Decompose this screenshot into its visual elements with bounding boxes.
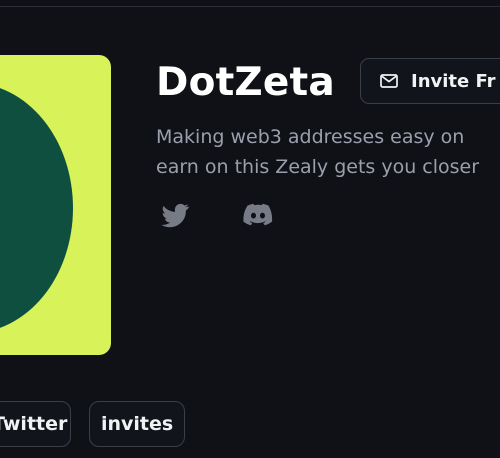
tag-invites[interactable]: invites <box>89 401 186 447</box>
top-divider <box>0 6 500 7</box>
logo-circle-shape <box>0 83 73 333</box>
invite-friends-button[interactable]: Invite Fr <box>360 58 500 104</box>
mail-icon <box>380 74 398 88</box>
discord-icon[interactable] <box>240 200 276 230</box>
twitter-icon[interactable] <box>158 200 192 230</box>
description-line-1: Making web3 addresses easy on <box>156 126 465 148</box>
invite-button-label: Invite Fr <box>411 70 496 92</box>
community-title: DotZeta <box>156 60 335 105</box>
tag-twitter[interactable]: Twitter <box>0 401 71 447</box>
description-line-2: earn on this Zealy gets you closer <box>156 156 480 178</box>
community-page: DotZeta Invite Fr Making web3 addresses … <box>0 0 500 458</box>
community-logo <box>0 55 111 355</box>
community-description: Making web3 addresses easy on earn on th… <box>156 122 500 182</box>
